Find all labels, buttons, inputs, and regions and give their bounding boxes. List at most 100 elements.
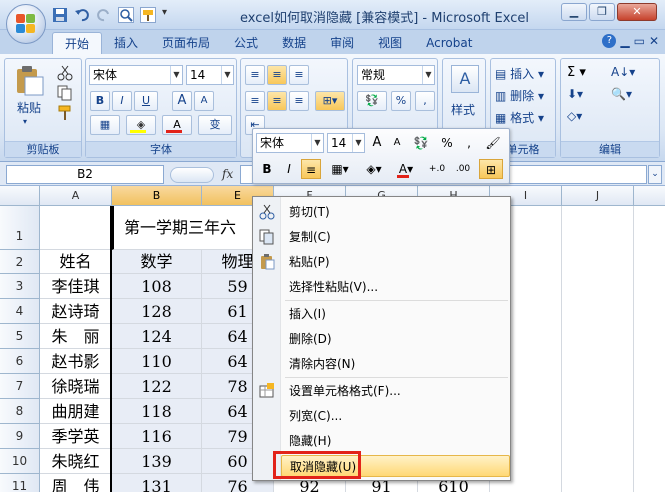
mini-border-icon[interactable]: ▦▾	[325, 159, 355, 179]
insert-cells-button[interactable]: ▤ 插入 ▾	[495, 65, 544, 82]
underline-button[interactable]: U	[134, 91, 158, 111]
column-header-b[interactable]: B	[112, 186, 202, 206]
math-cell[interactable]: 128	[112, 299, 202, 324]
fill-icon[interactable]: ⬇▾	[567, 87, 583, 101]
chevron-down-icon[interactable]: ▼	[422, 66, 434, 84]
tab-insert[interactable]: 插入	[102, 32, 150, 54]
styles-icon[interactable]: A	[451, 65, 479, 93]
name-cell[interactable]: 季学英	[40, 424, 112, 449]
align-right-icon[interactable]: ≡	[289, 91, 309, 111]
menu-item-format-cells[interactable]: 设置单元格格式(F)...	[281, 380, 510, 402]
row-header[interactable]: 4	[0, 299, 40, 324]
row-header[interactable]: 9	[0, 424, 40, 449]
align-top-icon[interactable]: ≡	[245, 65, 265, 85]
font-color-button[interactable]: A	[162, 115, 192, 135]
math-cell[interactable]: 118	[112, 399, 202, 424]
tab-review[interactable]: 审阅	[318, 32, 366, 54]
border-button[interactable]: ▦	[90, 115, 120, 135]
find-select-icon[interactable]: 🔍▾	[611, 87, 632, 101]
mini-font-color-button[interactable]: A▾	[393, 159, 419, 179]
mini-size-combo[interactable]: 14 ▼	[327, 133, 365, 153]
chevron-down-icon[interactable]: ▼	[170, 66, 182, 84]
math-cell[interactable]: 122	[112, 374, 202, 399]
grow-font-button[interactable]: A	[172, 91, 192, 111]
math-cell[interactable]: 131	[112, 474, 202, 492]
office-button[interactable]	[6, 4, 46, 44]
ribbon-minimize-icon[interactable]: ▁	[620, 34, 629, 48]
shrink-font-button[interactable]: A	[194, 91, 214, 111]
merge-center-icon[interactable]: ⊞▾	[315, 91, 345, 111]
font-size-combo[interactable]: 14 ▼	[186, 65, 234, 85]
row-header[interactable]: 8	[0, 399, 40, 424]
tab-home[interactable]: 开始	[52, 32, 103, 54]
mini-grow-font-button[interactable]: A	[367, 133, 387, 153]
mini-fill-color-icon[interactable]: ◈▾	[359, 159, 389, 179]
chevron-down-icon[interactable]: ▼	[352, 134, 364, 152]
cell-a1[interactable]	[40, 206, 112, 250]
format-painter-icon[interactable]	[57, 105, 73, 124]
menu-item-paste-special[interactable]: 选择性粘贴(V)...	[281, 276, 510, 298]
number-format-combo[interactable]: 常规 ▼	[357, 65, 435, 85]
paste-dropdown-icon[interactable]: ▾	[23, 117, 27, 126]
menu-item-cut[interactable]: 剪切(T)	[281, 201, 510, 223]
mini-shrink-font-button[interactable]: A	[387, 133, 407, 153]
italic-button[interactable]: I	[112, 91, 132, 111]
name-cell[interactable]: 徐晓瑞	[40, 374, 112, 399]
mini-merge-center-icon[interactable]: ⊞	[479, 159, 503, 179]
column-header-a[interactable]: A	[40, 186, 112, 206]
customize-qat-icon[interactable]: ▾	[162, 7, 178, 23]
tab-acrobat[interactable]: Acrobat	[414, 32, 484, 54]
row-header[interactable]: 3	[0, 274, 40, 299]
mini-italic-button[interactable]: I	[279, 159, 299, 179]
align-bottom-icon[interactable]: ≡	[289, 65, 309, 85]
align-left-icon[interactable]: ≡	[245, 91, 265, 111]
mini-font-combo[interactable]: 宋体 ▼	[256, 133, 324, 153]
delete-cells-button[interactable]: ▥ 删除 ▾	[495, 87, 544, 104]
chevron-down-icon[interactable]: ▼	[311, 134, 323, 152]
mini-decrease-decimal-button[interactable]: .00	[451, 159, 475, 179]
menu-item-insert[interactable]: 插入(I)	[281, 303, 510, 325]
format-painter-icon[interactable]	[140, 7, 156, 23]
row-header[interactable]: 2	[0, 250, 40, 274]
mini-accounting-icon[interactable]: 💱	[409, 133, 433, 153]
close-button[interactable]: ✕	[617, 3, 657, 21]
undo-icon[interactable]	[74, 7, 90, 23]
name-cell[interactable]: 朱 丽	[40, 324, 112, 349]
bold-button[interactable]: B	[90, 91, 110, 111]
fill-color-button[interactable]: ◈	[126, 115, 156, 135]
ribbon-close-icon[interactable]: ✕	[649, 34, 659, 48]
row-header[interactable]: 1	[0, 206, 40, 250]
row-header[interactable]: 11	[0, 474, 40, 492]
zoom-icon[interactable]	[118, 7, 134, 23]
styles-label[interactable]: 样式	[451, 101, 475, 118]
autosum-button[interactable]: Σ ▾	[567, 65, 586, 80]
restore-button[interactable]: ❐	[589, 3, 615, 21]
column-header-j[interactable]: J	[562, 186, 634, 206]
mini-center-icon[interactable]: ≡	[301, 159, 321, 179]
paste-label[interactable]: 粘贴	[17, 99, 41, 116]
tab-page-layout[interactable]: 页面布局	[150, 32, 222, 54]
name-cell[interactable]: 朱晓红	[40, 449, 112, 474]
mini-bold-button[interactable]: B	[257, 159, 277, 179]
mini-percent-button[interactable]: %	[437, 133, 457, 153]
formula-bar-splitter[interactable]	[170, 167, 214, 183]
expand-formula-icon[interactable]: ⌄	[648, 165, 662, 184]
menu-item-clear-contents[interactable]: 清除内容(N)	[281, 353, 510, 375]
name-cell[interactable]: 赵书影	[40, 349, 112, 374]
mini-increase-decimal-button[interactable]: +.0	[425, 159, 449, 179]
percent-button[interactable]: %	[391, 91, 411, 111]
menu-item-column-width[interactable]: 列宽(C)...	[281, 405, 510, 427]
comma-button[interactable]: ,	[415, 91, 435, 111]
math-cell[interactable]: 110	[112, 349, 202, 374]
tab-data[interactable]: 数据	[270, 32, 318, 54]
accounting-format-icon[interactable]: 💱	[357, 91, 387, 111]
menu-item-delete[interactable]: 删除(D)	[281, 328, 510, 350]
copy-icon[interactable]	[57, 85, 73, 104]
name-cell[interactable]: 李佳琪	[40, 274, 112, 299]
row-header[interactable]: 7	[0, 374, 40, 399]
menu-item-copy[interactable]: 复制(C)	[281, 226, 510, 248]
header-cell-math[interactable]: 数学	[112, 250, 202, 274]
align-center-icon[interactable]: ≡	[267, 91, 287, 111]
ribbon-restore-icon[interactable]: ▭	[634, 34, 645, 48]
paste-icon[interactable]	[13, 65, 45, 97]
